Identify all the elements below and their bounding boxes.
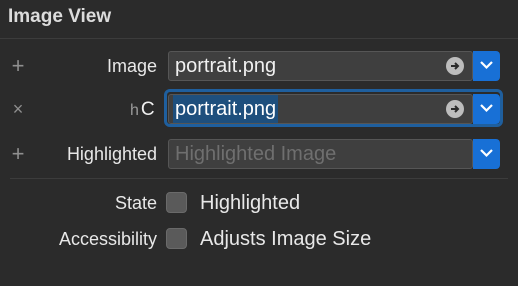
section-title: Image View [8, 6, 112, 27]
image-dropdown-button[interactable] [473, 51, 500, 81]
highlighted-checkbox-label[interactable]: Highlighted [200, 188, 300, 218]
add-variation-button[interactable]: + [8, 137, 28, 171]
adjusts-image-size-label[interactable]: Adjusts Image Size [200, 224, 371, 254]
highlighted-image-combobox[interactable]: Highlighted Image [168, 139, 473, 169]
separator [10, 178, 508, 179]
chevron-down-icon [480, 104, 493, 113]
accessibility-row: Accessibility Adjusts Image Size [0, 224, 518, 254]
remove-variation-button[interactable]: × [8, 92, 28, 126]
variation-image-combobox[interactable]: portrait.png [168, 94, 473, 124]
adjusts-image-size-checkbox[interactable] [166, 228, 187, 249]
image-label: Image [106, 56, 157, 76]
image-combobox[interactable]: portrait.png [168, 51, 473, 81]
highlighted-image-dropdown-button[interactable] [473, 139, 500, 169]
state-label: State [114, 193, 157, 213]
size-class-indicator: hC [130, 92, 155, 126]
accessibility-label: Accessibility [58, 229, 157, 249]
highlighted-label: Highlighted [66, 144, 157, 164]
highlighted-image-placeholder[interactable]: Highlighted Image [175, 140, 336, 168]
arrow-right-circle-icon[interactable] [446, 100, 464, 118]
highlighted-row: + Highlighted Highlighted Image [0, 137, 518, 171]
height-class-h: h [130, 102, 139, 119]
state-row: State Highlighted [0, 188, 518, 218]
chevron-down-icon [480, 149, 493, 158]
add-variation-button[interactable]: + [8, 49, 28, 83]
image-row: + Image portrait.png [0, 49, 518, 83]
arrow-right-circle-icon[interactable] [446, 57, 464, 75]
height-class-c: C [140, 99, 155, 120]
chevron-down-icon [480, 61, 493, 70]
highlighted-checkbox[interactable] [166, 192, 187, 213]
separator [0, 38, 518, 39]
variation-image-dropdown-button[interactable] [473, 94, 500, 124]
variation-image-value[interactable]: portrait.png [173, 95, 279, 123]
image-value[interactable]: portrait.png [175, 52, 276, 80]
variation-image-row: × hC portrait.png [0, 92, 518, 126]
